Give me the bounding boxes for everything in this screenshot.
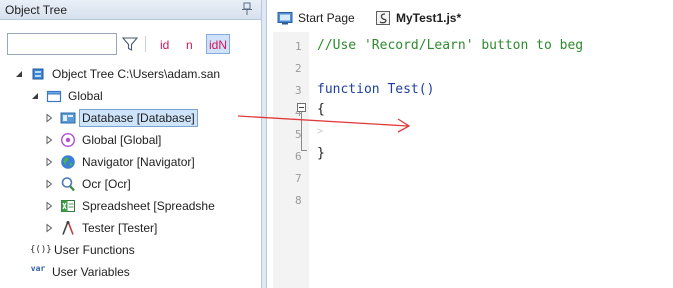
tree-item-label: Global [Global] — [82, 133, 162, 147]
line-number: 2 — [295, 62, 302, 75]
tree-item-global[interactable]: Global — [30, 86, 103, 106]
collapsed-arrow-icon[interactable] — [44, 157, 54, 167]
tab-mytest1-js[interactable]: MyTest1.js* — [375, 9, 461, 27]
tree-item-root[interactable]: Object Tree C:\Users\adam.san — [14, 64, 220, 84]
spreadsheet-icon — [61, 200, 75, 212]
show-name-button[interactable]: n — [186, 38, 193, 52]
line-number: 1 — [295, 40, 302, 53]
tree-item-label: Tester [Tester] — [82, 221, 158, 235]
line-number: 3 — [295, 84, 302, 97]
tab-start-page[interactable]: Start Page — [277, 9, 355, 27]
tree-item-user-variables[interactable]: var User Variables — [30, 262, 130, 282]
script-editor: Start Page MyTest1.js* 1 2 3 4 5 6 7 8 /… — [267, 0, 673, 288]
tree-item-global-object[interactable]: Global [Global] — [44, 130, 161, 150]
text-cursor-marker: > — [317, 126, 324, 137]
panel-title: Object Tree — [5, 3, 68, 17]
tab-label: MyTest1.js* — [396, 11, 462, 25]
tree-item-user-functions[interactable]: {()} User Functions — [30, 240, 135, 260]
line-number: 8 — [295, 194, 302, 207]
global-icon — [60, 132, 76, 148]
variables-icon: var — [30, 264, 46, 281]
editor-tab-strip: Start Page MyTest1.js* — [267, 0, 673, 30]
line-number: 7 — [295, 172, 302, 185]
code-line-open-brace: { — [317, 102, 325, 117]
collapsed-arrow-icon[interactable] — [44, 201, 54, 211]
collapsed-arrow-icon[interactable] — [44, 179, 54, 189]
expanded-arrow-icon[interactable] — [14, 69, 24, 79]
line-number-gutter: 1 2 3 4 5 6 7 8 — [273, 32, 309, 288]
show-id-name-button[interactable]: idN — [206, 34, 231, 54]
tree-item-tester[interactable]: Tester [Tester] — [44, 218, 157, 238]
tree-item-label: Navigator [Navigator] — [82, 155, 195, 169]
line-number: 6 — [295, 150, 302, 163]
database-icon — [60, 112, 76, 124]
tree-item-label: Spreadsheet [Spreadshe — [82, 199, 215, 213]
object-tree-toolbar: id n idN — [0, 28, 261, 58]
search-input[interactable] — [7, 33, 117, 55]
navigator-icon — [61, 155, 75, 169]
filter-icon[interactable] — [121, 35, 139, 53]
toolbar-separator — [145, 36, 146, 52]
object-tree-icon — [32, 68, 44, 80]
tree-item-navigator[interactable]: Navigator [Navigator] — [44, 152, 195, 172]
tree-item-database[interactable]: Database [Database] — [44, 108, 198, 128]
fold-toggle[interactable] — [297, 103, 306, 112]
collapsed-arrow-icon[interactable] — [44, 135, 54, 145]
start-page-icon — [277, 12, 293, 25]
code-line-comment: //Use 'Record/Learn' button to beg — [317, 38, 584, 53]
tab-label: Start Page — [298, 11, 355, 25]
collapsed-arrow-icon[interactable] — [44, 113, 54, 123]
functions-icon: {()} — [30, 245, 52, 255]
show-id-button[interactable]: id — [160, 38, 169, 52]
tree-item-label: Database [Database] — [79, 109, 198, 127]
code-area[interactable]: //Use 'Record/Learn' button to beg funct… — [309, 32, 673, 288]
test-studio-window: Object Tree id n idN Object Tree C:\User… — [0, 0, 673, 288]
tree-item-label: Global — [68, 89, 103, 103]
object-tree-panel: Object Tree id n idN Object Tree C:\User… — [0, 0, 262, 288]
code-line-function: function Test() — [317, 82, 434, 98]
code-line-close-brace: } — [317, 146, 325, 161]
tree-item-label: Object Tree C:\Users\adam.san — [52, 67, 221, 81]
tree-item-label: Ocr [Ocr] — [82, 177, 131, 191]
tree-item-label: User Variables — [52, 265, 130, 279]
collapsed-arrow-icon[interactable] — [44, 223, 54, 233]
tree-item-spreadsheet[interactable]: Spreadsheet [Spreadshe — [44, 196, 215, 216]
variables-icon-text: var — [30, 263, 46, 273]
code-function-name: Test() — [379, 82, 435, 97]
expanded-arrow-icon[interactable] — [30, 91, 40, 101]
ocr-icon — [61, 177, 75, 192]
fold-guide-end — [301, 150, 307, 151]
folder-icon — [46, 90, 62, 103]
script-file-icon — [376, 11, 390, 25]
tester-icon — [62, 221, 74, 235]
pin-icon[interactable] — [241, 2, 253, 16]
fold-guide — [301, 112, 302, 150]
panel-title-bar: Object Tree — [0, 0, 261, 20]
tree-item-ocr[interactable]: Ocr [Ocr] — [44, 174, 131, 194]
code-keyword: function — [317, 82, 380, 97]
tree-item-label: User Functions — [54, 243, 135, 257]
